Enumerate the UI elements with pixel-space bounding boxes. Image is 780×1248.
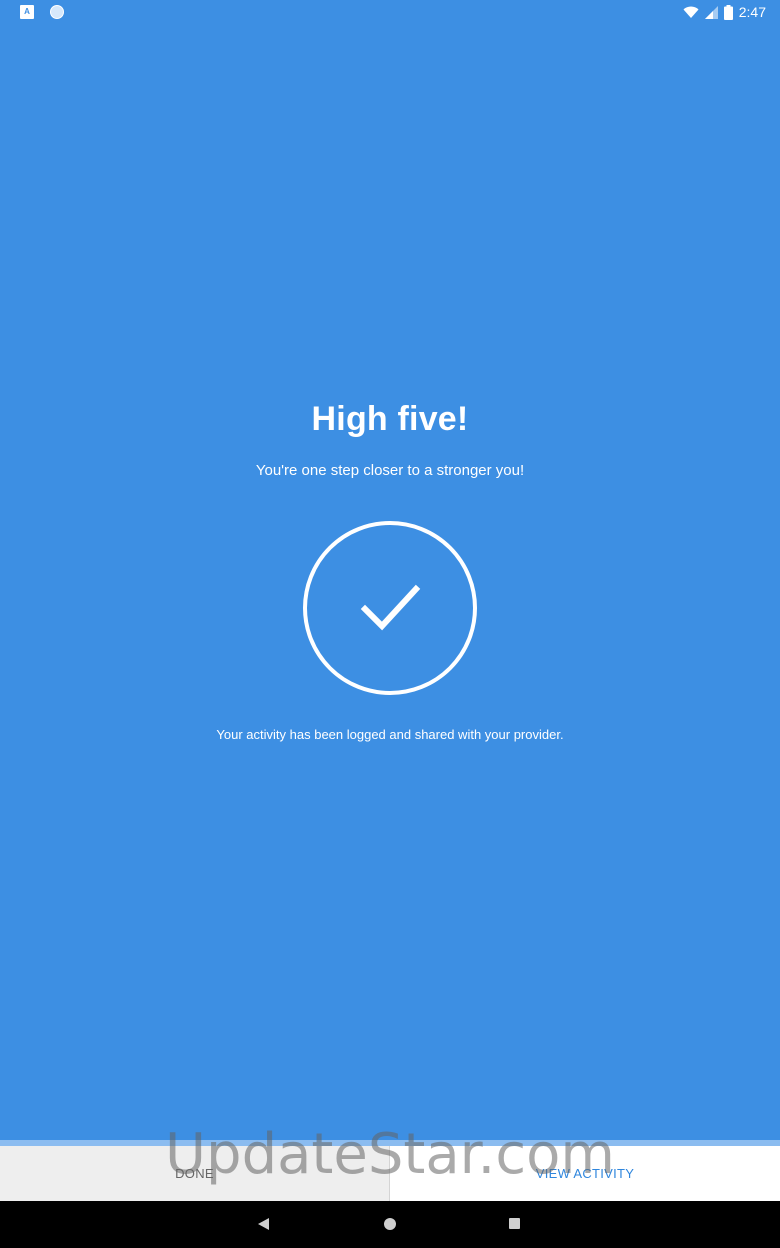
wifi-icon (683, 6, 699, 19)
checkmark-circle-icon (302, 520, 478, 696)
home-icon[interactable] (384, 1218, 396, 1230)
navigation-bar (0, 1201, 780, 1248)
done-button[interactable]: DONE (0, 1146, 390, 1201)
app-a-icon: A (20, 5, 34, 19)
view-activity-button[interactable]: VIEW ACTIVITY (390, 1146, 780, 1201)
system-status: 2:47 (683, 4, 766, 20)
status-bar: A 2:47 (0, 0, 780, 24)
activity-complete-screen: A 2:47 High five! You're one step closer… (0, 0, 780, 1248)
back-icon[interactable] (258, 1218, 269, 1230)
page-title: High five! (311, 400, 469, 438)
page-subtitle: You're one step closer to a stronger you… (255, 462, 525, 479)
battery-icon (723, 4, 733, 20)
recents-icon[interactable] (509, 1218, 520, 1229)
view-activity-button-label: VIEW ACTIVITY (535, 1166, 635, 1181)
status-time: 2:47 (738, 4, 766, 20)
signal-icon (704, 5, 718, 19)
notification-icons: A (20, 5, 64, 19)
done-button-label: DONE (175, 1166, 214, 1181)
confirmation-message: Your activity has been logged and shared… (216, 727, 564, 742)
sync-dot-icon (50, 5, 64, 19)
action-button-bar: DONE VIEW ACTIVITY (0, 1146, 780, 1201)
